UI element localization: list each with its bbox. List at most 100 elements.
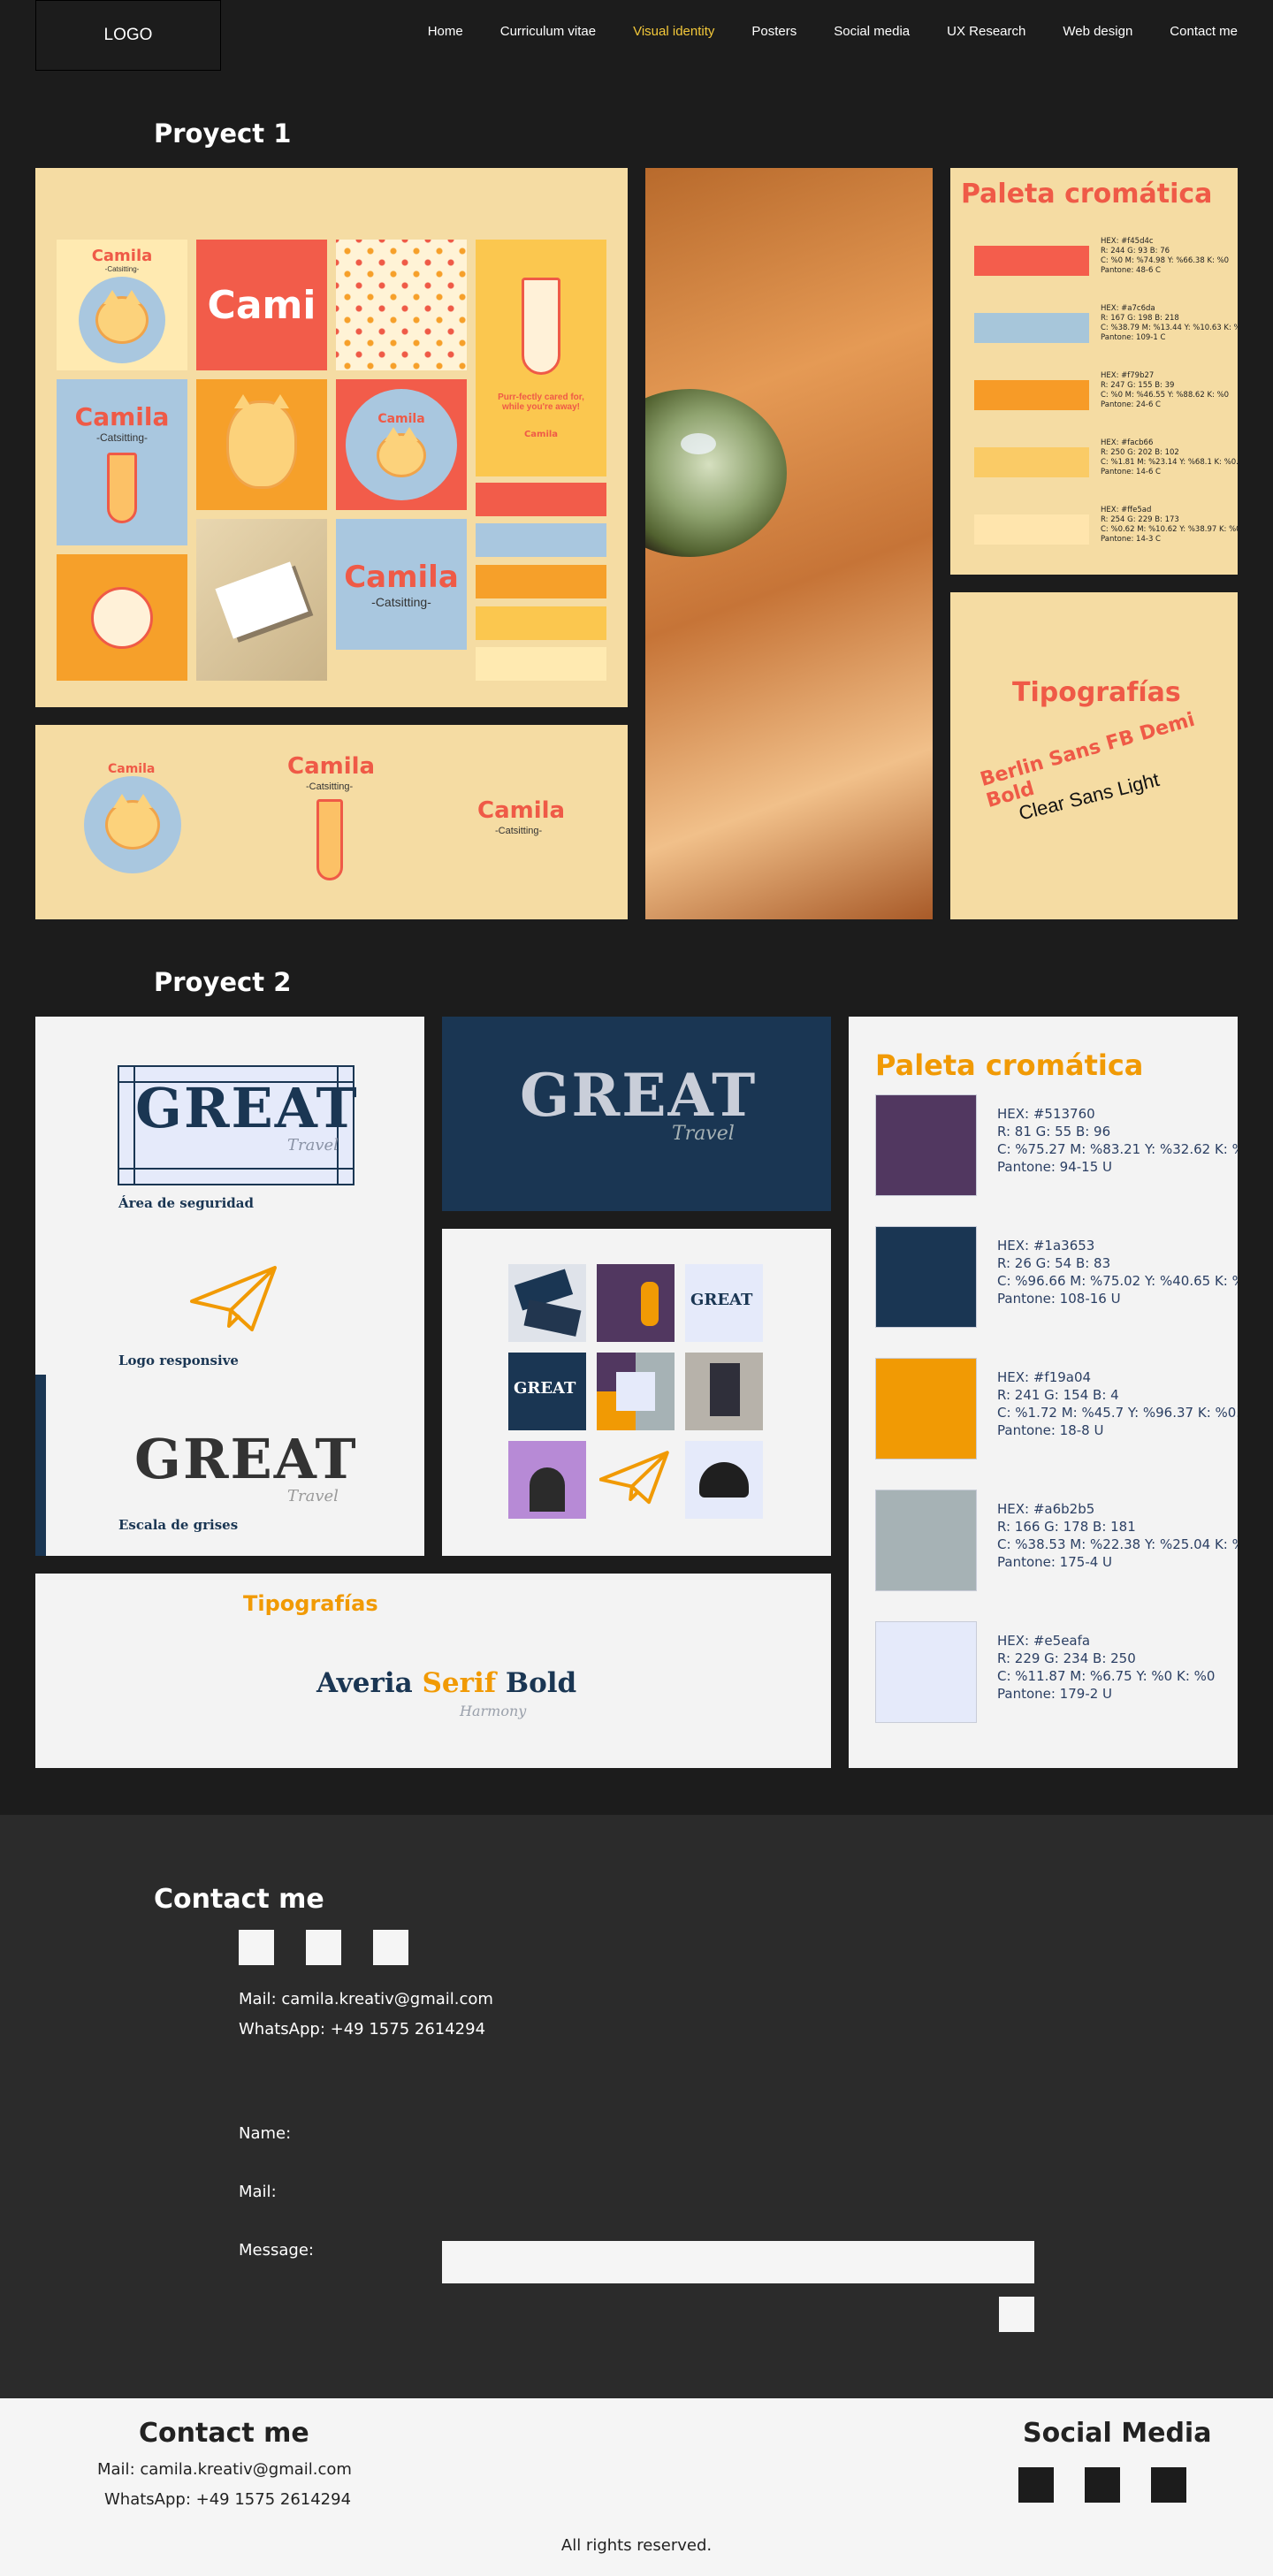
- mockup-color-blocks: [597, 1353, 675, 1430]
- palette-swatch: [974, 246, 1089, 276]
- cat-eye-iris: [645, 389, 787, 557]
- palette-swatch: [974, 380, 1089, 410]
- mosaic-tile: Camila -Catsitting-: [57, 379, 187, 545]
- cat-illustration-icon: [226, 394, 297, 489]
- brand-short-text: Cami: [207, 282, 316, 328]
- proyect2-typography-panel: Tipografías Averia Serif Bold Harmony: [35, 1574, 831, 1768]
- nav-contact-me[interactable]: Contact me: [1170, 24, 1238, 39]
- footer-whatsapp[interactable]: WhatsApp: +49 1575 2614294: [104, 2490, 351, 2509]
- travel-text: Travel: [672, 1123, 735, 1145]
- mosaic-tile: Camila -Catsitting-: [336, 519, 467, 650]
- grayscale-label: Escala de grises: [118, 1517, 239, 1533]
- swatch-pale: [476, 647, 606, 681]
- business-cards-photo: [196, 519, 327, 681]
- mosaic-tile: Cami: [196, 240, 327, 370]
- contact-mail[interactable]: Mail: camila.kreativ@gmail.com: [239, 1990, 493, 2008]
- contact-whatsapp[interactable]: WhatsApp: +49 1575 2614294: [239, 2020, 485, 2039]
- cat-badge-icon: Camila: [346, 389, 457, 500]
- pattern-tile: [336, 240, 467, 370]
- nav-ux-research[interactable]: UX Research: [947, 24, 1025, 39]
- nav-curriculum-vitae[interactable]: Curriculum vitae: [500, 24, 596, 39]
- mockup-cap: [685, 1441, 763, 1519]
- nav-social-media[interactable]: Social media: [834, 24, 910, 39]
- palette-swatch-info: HEX: #a7c6da R: 167 G: 198 B: 218 C: %38…: [1101, 304, 1238, 342]
- subtitle-text: -Catsitting-: [371, 595, 431, 609]
- paper-plane-icon: [599, 1451, 669, 1505]
- camila-logo-variations: Camila Camila -Catsitting- Camila -Catsi…: [35, 725, 628, 919]
- mockup-billboard-photo: [685, 1353, 763, 1430]
- mockup-poster-people: [508, 1441, 586, 1519]
- great-logo-navy-panel: GREAT Travel: [442, 1017, 831, 1211]
- palette-title: Paleta cromática: [875, 1048, 1144, 1082]
- subtitle-text: -Catsitting-: [104, 265, 140, 273]
- palette-swatch: [974, 447, 1089, 477]
- palette-swatch-info: HEX: #f79b27 R: 247 G: 155 B: 39 C: %0 M…: [1101, 371, 1230, 409]
- footer-social-icon[interactable]: [1018, 2467, 1054, 2503]
- brand-text: Camila: [287, 753, 376, 780]
- palette-title: Paleta cromática: [961, 179, 1213, 210]
- paper-plane-icon: [190, 1266, 277, 1331]
- font-sample-script: Harmony: [460, 1703, 527, 1719]
- footer-mail[interactable]: Mail: camila.kreativ@gmail.com: [97, 2460, 352, 2479]
- mosaic-tile: [57, 554, 187, 681]
- typography-title: Tipografías: [243, 1591, 378, 1616]
- paw-arm-icon: [522, 277, 560, 375]
- paw-arm-icon: [316, 799, 343, 880]
- font-part-c: Bold: [496, 1667, 577, 1699]
- subtitle-text: -Catsitting-: [306, 781, 354, 792]
- mosaic-tile: [196, 379, 327, 510]
- great-mockups-panel: GREAT GREAT: [442, 1229, 831, 1556]
- swatch-red: [476, 483, 606, 516]
- cat-eye-photo: [645, 168, 933, 919]
- cat-badge-icon: [79, 277, 165, 363]
- eye-reflection: [681, 433, 716, 454]
- palette-swatch-info: HEX: #e5eafa R: 229 G: 234 B: 250 C: %11…: [997, 1633, 1216, 1702]
- palette-swatch: [875, 1094, 977, 1196]
- mockup-poster-purple: [597, 1264, 675, 1342]
- mosaic-tile: Camila -Catsitting-: [57, 240, 187, 370]
- social-icon[interactable]: [306, 1930, 341, 1965]
- brand-text: Camila: [108, 762, 156, 776]
- proyect2-title: Proyect 2: [154, 967, 292, 997]
- nav-posters[interactable]: Posters: [751, 24, 797, 39]
- nav-web-design[interactable]: Web design: [1063, 24, 1132, 39]
- brand-text: Camila: [344, 560, 459, 595]
- cat-badge-icon: [84, 776, 181, 873]
- footer-rights: All rights reserved.: [560, 2536, 713, 2555]
- mail-label: Mail:: [239, 2183, 277, 2201]
- footer-contact-title: Contact me: [139, 2418, 309, 2449]
- social-icon[interactable]: [239, 1930, 274, 1965]
- palette-swatch-info: HEX: #a6b2b5 R: 166 G: 178 B: 181 C: %38…: [997, 1501, 1238, 1570]
- great-logo-text: GREAT: [135, 1076, 359, 1140]
- mockup-logo-navy: GREAT: [508, 1353, 586, 1430]
- nav-home[interactable]: Home: [428, 24, 463, 39]
- font-part-b: Serif: [422, 1667, 497, 1699]
- swatch-yellow: [476, 606, 606, 640]
- card-stack: [215, 560, 309, 639]
- travel-text: Travel: [287, 1487, 339, 1505]
- submit-button[interactable]: [999, 2297, 1034, 2332]
- message-textarea[interactable]: [442, 2241, 1034, 2283]
- tagline-text: Purr-fectly cared for, while you're away…: [498, 392, 584, 412]
- subtitle-text: -Catsitting-: [495, 826, 543, 836]
- poster-tile: Purr-fectly cared for, while you're away…: [476, 240, 606, 476]
- footer-social-title: Social Media: [1023, 2418, 1212, 2449]
- name-label: Name:: [239, 2124, 292, 2143]
- brand-text: Camila: [91, 247, 153, 265]
- camila-mosaic-image: Camila -Catsitting- Cami Purr-fectly car…: [35, 168, 628, 707]
- palette-swatch: [875, 1621, 977, 1723]
- proyect2-palette-panel: Paleta cromática HEX: #513760 R: 81 G: 5…: [849, 1017, 1238, 1768]
- brand-text: Camila: [377, 412, 425, 426]
- swatch-orange: [476, 565, 606, 598]
- nav-visual-identity[interactable]: Visual identity: [633, 24, 714, 39]
- social-icon[interactable]: [373, 1930, 408, 1965]
- proyect1-title: Proyect 1: [154, 118, 292, 149]
- palette-swatch-info: HEX: #f45d4c R: 244 G: 93 B: 76 C: %0 M:…: [1101, 237, 1230, 275]
- mosaic-tile: Camila: [336, 379, 467, 510]
- palette-swatch: [974, 514, 1089, 545]
- site-logo[interactable]: LOGO: [35, 0, 221, 71]
- subtitle-text: -Catsitting-: [95, 431, 148, 444]
- contact-section: Contact me Mail: camila.kreativ@gmail.co…: [0, 1815, 1273, 2398]
- footer-social-icon[interactable]: [1085, 2467, 1120, 2503]
- footer-social-icon[interactable]: [1151, 2467, 1186, 2503]
